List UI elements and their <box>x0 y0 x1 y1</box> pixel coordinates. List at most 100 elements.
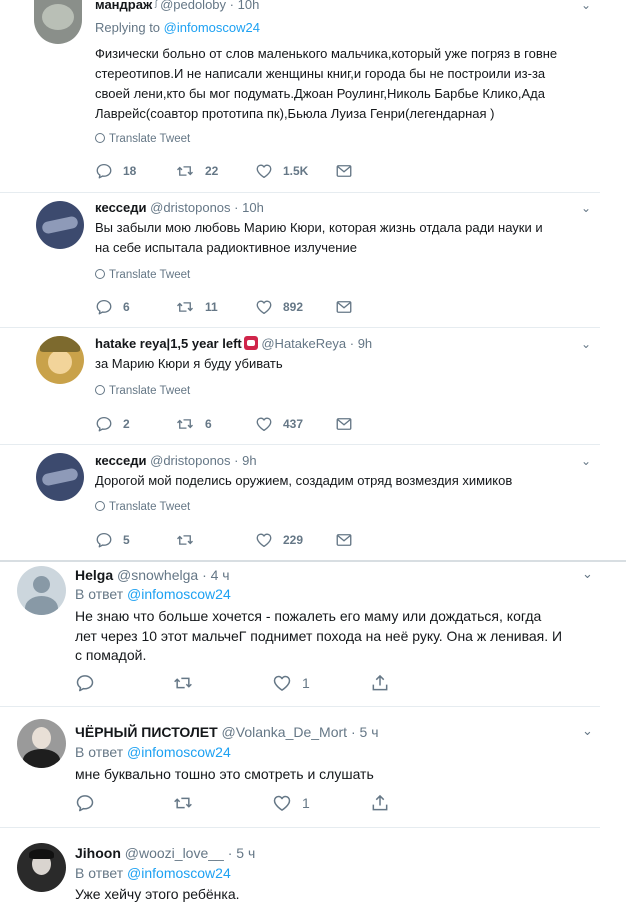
user-handle[interactable]: @HatakeReya <box>261 336 346 351</box>
reply-count: 2 <box>123 417 130 431</box>
reply-mention-link[interactable]: @infomoscow24 <box>127 744 231 760</box>
replying-to: В ответ @infomoscow24 <box>75 586 231 602</box>
tweet-actions: 6 11 892 <box>95 297 395 317</box>
user-handle[interactable]: @Volanka_De_Mort <box>222 724 348 740</box>
display-name[interactable]: Helga <box>75 567 113 583</box>
replying-to-label: В ответ <box>75 865 124 881</box>
timestamp[interactable]: 9h <box>358 336 372 351</box>
retweet-button[interactable] <box>175 530 205 550</box>
reply-button[interactable]: 18 <box>95 161 136 181</box>
tweet-text: Не знаю что больше хочется - пожалеть ег… <box>75 608 563 663</box>
user-handle[interactable]: @dristoponos <box>150 200 230 215</box>
chevron-down-icon[interactable]: ⌄ <box>582 566 593 582</box>
display-name[interactable]: кесседи <box>95 200 147 215</box>
like-button[interactable]: 437 <box>255 414 303 434</box>
globe-icon <box>95 385 105 395</box>
like-button[interactable]: 1.5K <box>255 161 308 181</box>
avatar[interactable] <box>17 719 66 768</box>
user-handle[interactable]: @dristoponos <box>150 453 230 468</box>
reply-button[interactable]: 6 <box>95 297 130 317</box>
avatar[interactable] <box>17 566 66 615</box>
separator-dot: · <box>227 845 233 861</box>
avatar[interactable] <box>36 453 84 501</box>
share-icon <box>370 673 390 693</box>
tweet: ЧЁРНЫЙ ПИСТОЛЕТ @Volanka_De_Mort · 5 ч ⌄… <box>0 707 626 827</box>
retweet-button[interactable]: 6 <box>175 414 212 434</box>
timestamp[interactable]: 5 ч <box>236 845 255 861</box>
retweet-count: 11 <box>205 300 218 314</box>
like-button[interactable]: 1 <box>272 793 310 813</box>
reply-mention-link[interactable]: @infomoscow24 <box>164 20 260 35</box>
replying-to-label: В ответ <box>75 744 124 760</box>
like-count: 1 <box>302 795 310 811</box>
avatar[interactable] <box>36 201 84 249</box>
reply-button[interactable]: 2 <box>95 414 130 434</box>
tweet-header: кесседи @dristoponos · 10h <box>95 200 264 216</box>
tweet: кесседи @dristoponos · 10h ⌄ Вы забыли м… <box>0 193 626 327</box>
direct-message-button[interactable] <box>335 414 353 434</box>
display-name[interactable]: Jihoon <box>75 845 121 861</box>
reply-icon <box>95 298 113 316</box>
user-handle[interactable]: @woozi_love__ <box>125 845 224 861</box>
tweet-text: мне буквально тошно это смотреть и слуша… <box>75 766 374 782</box>
retweet-icon <box>175 415 195 433</box>
tweet: hatake reya|1,5 year left @HatakeReya · … <box>0 328 626 444</box>
timestamp[interactable]: 4 ч <box>211 567 230 583</box>
user-handle[interactable]: @pedoloby <box>160 0 226 12</box>
avatar[interactable] <box>36 336 84 384</box>
chevron-down-icon[interactable]: ⌄ <box>581 0 591 12</box>
retweet-button[interactable]: 22 <box>175 161 218 181</box>
chevron-down-icon[interactable]: ⌄ <box>582 723 593 739</box>
direct-message-button[interactable] <box>335 530 353 550</box>
like-button[interactable]: 1 <box>272 673 310 693</box>
share-button[interactable] <box>370 793 390 813</box>
timestamp[interactable]: 10h <box>238 0 260 12</box>
display-name[interactable]: мандраж <box>95 0 152 12</box>
display-name[interactable]: кесседи <box>95 453 147 468</box>
separator-dot: · <box>234 453 239 468</box>
translate-tweet-link[interactable]: Translate Tweet <box>95 385 190 397</box>
like-button[interactable]: 892 <box>255 297 303 317</box>
share-button[interactable] <box>370 673 390 693</box>
translate-label: Translate Tweet <box>109 269 191 281</box>
reply-mention-link[interactable]: @infomoscow24 <box>127 586 231 602</box>
translate-label: Translate Tweet <box>109 501 191 513</box>
retweet-button[interactable] <box>172 673 194 693</box>
chevron-down-icon[interactable]: ⌄ <box>581 201 591 215</box>
separator-dot: · <box>229 0 234 12</box>
retweet-count: 22 <box>205 164 219 178</box>
display-name[interactable]: ЧЁРНЫЙ ПИСТОЛЕТ <box>75 724 218 740</box>
translate-tweet-link[interactable]: Translate Tweet <box>95 269 190 281</box>
direct-message-button[interactable] <box>335 297 353 317</box>
replying-to-label: Replying to <box>95 20 161 35</box>
tweet-actions: 1 <box>75 673 395 693</box>
chevron-down-icon[interactable]: ⌄ <box>581 337 591 351</box>
avatar[interactable] <box>17 843 66 892</box>
reply-button[interactable]: 5 <box>95 530 130 550</box>
tweet-text: Физически больно от слов маленького маль… <box>95 46 558 121</box>
tweet-actions: 18 22 1.5K <box>95 161 395 181</box>
translate-tweet-link[interactable]: Translate Tweet <box>95 501 190 513</box>
chevron-down-icon[interactable]: ⌄ <box>581 454 591 468</box>
timestamp[interactable]: 10h <box>242 200 264 215</box>
reply-mention-link[interactable]: @infomoscow24 <box>127 865 231 881</box>
tweet-text: Уже хейчу этого ребёнка. <box>75 886 240 902</box>
reply-button[interactable] <box>75 673 95 693</box>
like-button[interactable]: 229 <box>255 530 303 550</box>
translate-tweet-link[interactable]: Translate Tweet <box>95 133 190 145</box>
retweet-icon <box>172 673 194 693</box>
timestamp[interactable]: 9h <box>242 453 256 468</box>
direct-message-button[interactable] <box>335 161 353 181</box>
retweet-button[interactable] <box>172 793 194 813</box>
replying-to: В ответ @infomoscow24 <box>75 744 231 760</box>
display-name[interactable]: hatake reya|1,5 year left <box>95 336 242 351</box>
translate-label: Translate Tweet <box>109 385 191 397</box>
timestamp[interactable]: 5 ч <box>360 724 379 740</box>
avatar[interactable] <box>34 0 82 44</box>
user-handle[interactable]: @snowhelga <box>117 567 198 583</box>
retweet-button[interactable]: 11 <box>175 297 218 317</box>
like-count: 892 <box>283 300 304 314</box>
separator-dot: · <box>234 200 239 215</box>
reply-count: 18 <box>123 164 137 178</box>
reply-button[interactable] <box>75 793 95 813</box>
